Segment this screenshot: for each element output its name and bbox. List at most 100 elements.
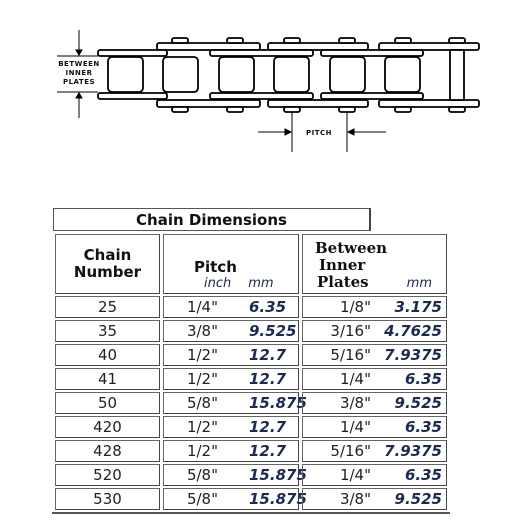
pitch-mm-value: 12.7 <box>249 418 287 436</box>
bip-inch-value: 1/4" <box>339 466 371 484</box>
pitch-inch-value: 1/4" <box>186 298 218 316</box>
pitch-cell: 5/8" 15.875 <box>163 488 307 510</box>
table-row: 35 3/8" 9.525 3/16" 4.7625 <box>55 320 447 342</box>
pitch-mm-value: 12.7 <box>249 370 287 388</box>
pitch-inch-value: 5/8" <box>186 394 218 412</box>
chain-number-cell: 520 <box>55 464 160 486</box>
header-bip-line1: Between <box>315 239 388 257</box>
table-row: 420 1/2" 12.7 1/4" 6.35 <box>55 416 447 438</box>
bip-inch-value: 3/16" <box>330 322 371 340</box>
table-row: 428 1/2" 12.7 5/16" 7.9375 <box>55 440 447 462</box>
header-pitch: Pitch inch mm <box>163 234 299 294</box>
roller-chain-diagram: BETWEEN INNER PLATES PITCH <box>57 30 480 152</box>
chain-number-cell: 50 <box>55 392 160 414</box>
pitch-cell: 5/8" 15.875 <box>163 392 307 414</box>
bip-inch-value: 5/16" <box>330 346 371 364</box>
bip-mm-value: 4.7625 <box>384 322 442 340</box>
between-inner-plates-cell: 3/8" 9.525 <box>302 488 447 510</box>
chain-number-cell: 41 <box>55 368 160 390</box>
pitch-cell: 1/2" 12.7 <box>163 368 299 390</box>
between-inner-plates-cell: 1/8" 3.175 <box>302 296 447 318</box>
label-between-3: PLATES <box>63 78 95 86</box>
inner-plate <box>97 92 168 100</box>
between-inner-plates-cell: 5/16" 7.9375 <box>302 344 447 366</box>
bip-mm-value: 7.9375 <box>384 442 442 460</box>
table-row: 520 5/8" 15.875 1/4" 6.35 <box>55 464 447 486</box>
outer-plate <box>156 42 261 51</box>
chain-dimensions-table: Chain Number Pitch inch mm Between Inner … <box>52 232 450 514</box>
roller <box>384 56 421 93</box>
pitch-inch-value: 1/2" <box>186 370 218 388</box>
pitch-cell: 1/2" 12.7 <box>163 344 299 366</box>
outer-plate <box>267 42 369 51</box>
pitch-cell: 1/4" 6.35 <box>163 296 299 318</box>
bip-mm-value: 6.35 <box>404 418 442 436</box>
table-row: 41 1/2" 12.7 1/4" 6.35 <box>55 368 447 390</box>
bip-mm-value: 9.525 <box>394 394 442 412</box>
pitch-cell: 1/2" 12.7 <box>163 416 299 438</box>
header-pitch-units: inch mm <box>164 276 298 293</box>
table-row: 50 5/8" 15.875 3/8" 9.525 <box>55 392 447 414</box>
bip-mm-value: 6.35 <box>404 466 442 484</box>
outer-plate <box>378 42 480 51</box>
bip-inch-value: 5/16" <box>330 442 371 460</box>
pitch-mm-value: 15.875 <box>249 394 307 412</box>
end-pin <box>449 49 465 101</box>
pitch-inch-value: 1/2" <box>186 418 218 436</box>
between-inner-plates-cell: 3/16" 4.7625 <box>302 320 447 342</box>
chain-number-cell: 40 <box>55 344 160 366</box>
bip-mm-value: 3.175 <box>394 298 442 316</box>
between-inner-plates-cell: 1/4" 6.35 <box>302 416 447 438</box>
header-chain-line2: Number <box>73 263 142 281</box>
pitch-inch-value: 3/8" <box>186 322 218 340</box>
roller <box>107 56 144 93</box>
table-row: 25 1/4" 6.35 1/8" 3.175 <box>55 296 447 318</box>
between-inner-plates-cell: 5/16" 7.9375 <box>302 440 447 462</box>
pitch-mm-value: 12.7 <box>249 442 287 460</box>
header-pitch-title: Pitch <box>194 258 237 276</box>
chain-number-cell: 530 <box>55 488 160 510</box>
header-chain-number: Chain Number <box>55 234 160 294</box>
header-pitch-inch: inch <box>204 276 232 291</box>
bip-inch-value: 1/8" <box>339 298 371 316</box>
bip-inch-value: 3/8" <box>339 490 371 508</box>
pitch-inch-value: 5/8" <box>186 490 218 508</box>
pitch-mm-value: 9.525 <box>249 322 297 340</box>
pitch-cell: 1/2" 12.7 <box>163 440 299 462</box>
bip-inch-value: 1/4" <box>339 370 371 388</box>
table-row: 530 5/8" 15.875 3/8" 9.525 <box>55 488 447 510</box>
chain-number-cell: 428 <box>55 440 160 462</box>
between-inner-plates-cell: 1/4" 6.35 <box>302 464 447 486</box>
header-bip-line2: Inner <box>319 256 366 274</box>
chain-number-cell: 35 <box>55 320 160 342</box>
chain-number-cell: 420 <box>55 416 160 438</box>
bip-mm-value: 9.525 <box>394 490 442 508</box>
pitch-mm-value: 6.35 <box>249 298 287 316</box>
between-inner-plates-cell: 3/8" 9.525 <box>302 392 447 414</box>
bip-inch-value: 1/4" <box>339 418 371 436</box>
pitch-cell: 3/8" 9.525 <box>163 320 299 342</box>
bip-mm-value: 7.9375 <box>384 346 442 364</box>
label-between-1: BETWEEN <box>58 60 100 68</box>
inner-plate <box>320 92 424 100</box>
chain-number-cell: 25 <box>55 296 160 318</box>
outer-plate <box>378 99 480 108</box>
pitch-mm-value: 15.875 <box>249 466 307 484</box>
roller <box>162 56 199 93</box>
inner-plate <box>209 92 314 100</box>
table-title: Chain Dimensions <box>53 208 371 231</box>
roller <box>218 56 255 93</box>
header-pitch-mm: mm <box>248 276 274 291</box>
pitch-inch-value: 1/2" <box>186 442 218 460</box>
bip-inch-value: 3/8" <box>339 394 371 412</box>
inner-plate <box>320 49 424 57</box>
pitch-inch-value: 1/2" <box>186 346 218 364</box>
bip-mm-value: 6.35 <box>404 370 442 388</box>
header-chain-line1: Chain <box>83 246 132 264</box>
pitch-mm-value: 15.875 <box>249 490 307 508</box>
label-between-2: INNER <box>66 69 93 77</box>
pitch-mm-value: 12.7 <box>249 346 287 364</box>
pitch-inch-value: 5/8" <box>186 466 218 484</box>
pitch-cell: 5/8" 15.875 <box>163 464 307 486</box>
inner-plate <box>97 49 168 57</box>
